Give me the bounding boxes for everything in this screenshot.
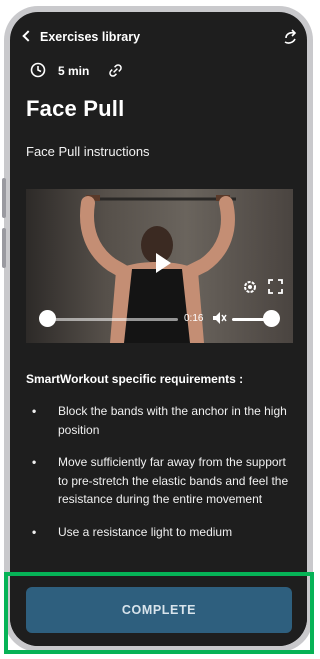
app-screen: Exercises library 5 min Face Pull Face P… [10, 12, 307, 646]
exercise-subtitle: Face Pull instructions [26, 144, 150, 159]
video-player[interactable]: 0:16 [26, 189, 293, 343]
duration-text: 5 min [58, 64, 90, 78]
exercise-title: Face Pull [26, 96, 125, 121]
nav-title[interactable]: Exercises library [40, 30, 140, 44]
top-bar: Exercises library [10, 12, 307, 62]
seek-bar[interactable] [48, 318, 178, 321]
requirements-list: • Block the bands with the anchor in the… [26, 402, 296, 555]
clock-icon [30, 62, 46, 78]
side-button [2, 228, 6, 268]
list-item: • Use a resistance light to medium [26, 523, 296, 542]
play-icon[interactable] [156, 253, 171, 273]
requirements-title: SmartWorkout specific requirements : [26, 372, 244, 386]
settings-gear-icon[interactable] [242, 279, 258, 295]
seek-handle[interactable] [39, 310, 56, 327]
requirement-text: Block the bands with the anchor in the h… [58, 404, 287, 437]
bullet: • [32, 524, 37, 539]
link-icon[interactable] [108, 63, 123, 78]
share-icon[interactable] [282, 28, 300, 46]
bullet: • [32, 455, 37, 469]
volume-icon[interactable] [212, 311, 228, 325]
fullscreen-icon[interactable] [268, 279, 283, 294]
highlight-box [4, 572, 314, 654]
back-icon[interactable] [22, 30, 34, 42]
list-item: • Move sufficiently far away from the su… [26, 453, 296, 509]
requirement-text: Move sufficiently far away from the supp… [58, 455, 289, 506]
current-time: 0:16 [184, 313, 204, 324]
volume-handle[interactable] [263, 310, 280, 327]
side-button [2, 178, 6, 218]
bullet: • [32, 404, 37, 418]
list-item: • Block the bands with the anchor in the… [26, 402, 296, 439]
requirement-text: Use a resistance light to medium [58, 524, 233, 539]
